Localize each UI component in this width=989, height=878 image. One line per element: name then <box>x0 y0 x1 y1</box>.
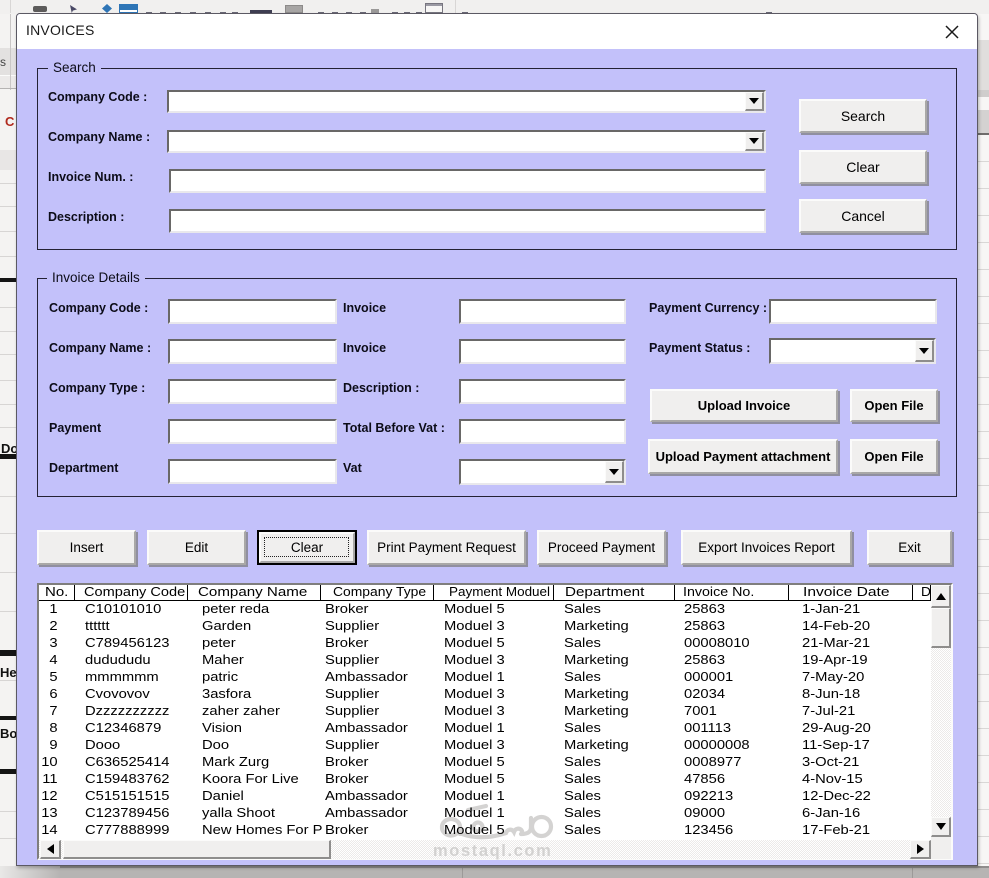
svg-text:mostaql.com: mostaql.com <box>433 842 552 860</box>
